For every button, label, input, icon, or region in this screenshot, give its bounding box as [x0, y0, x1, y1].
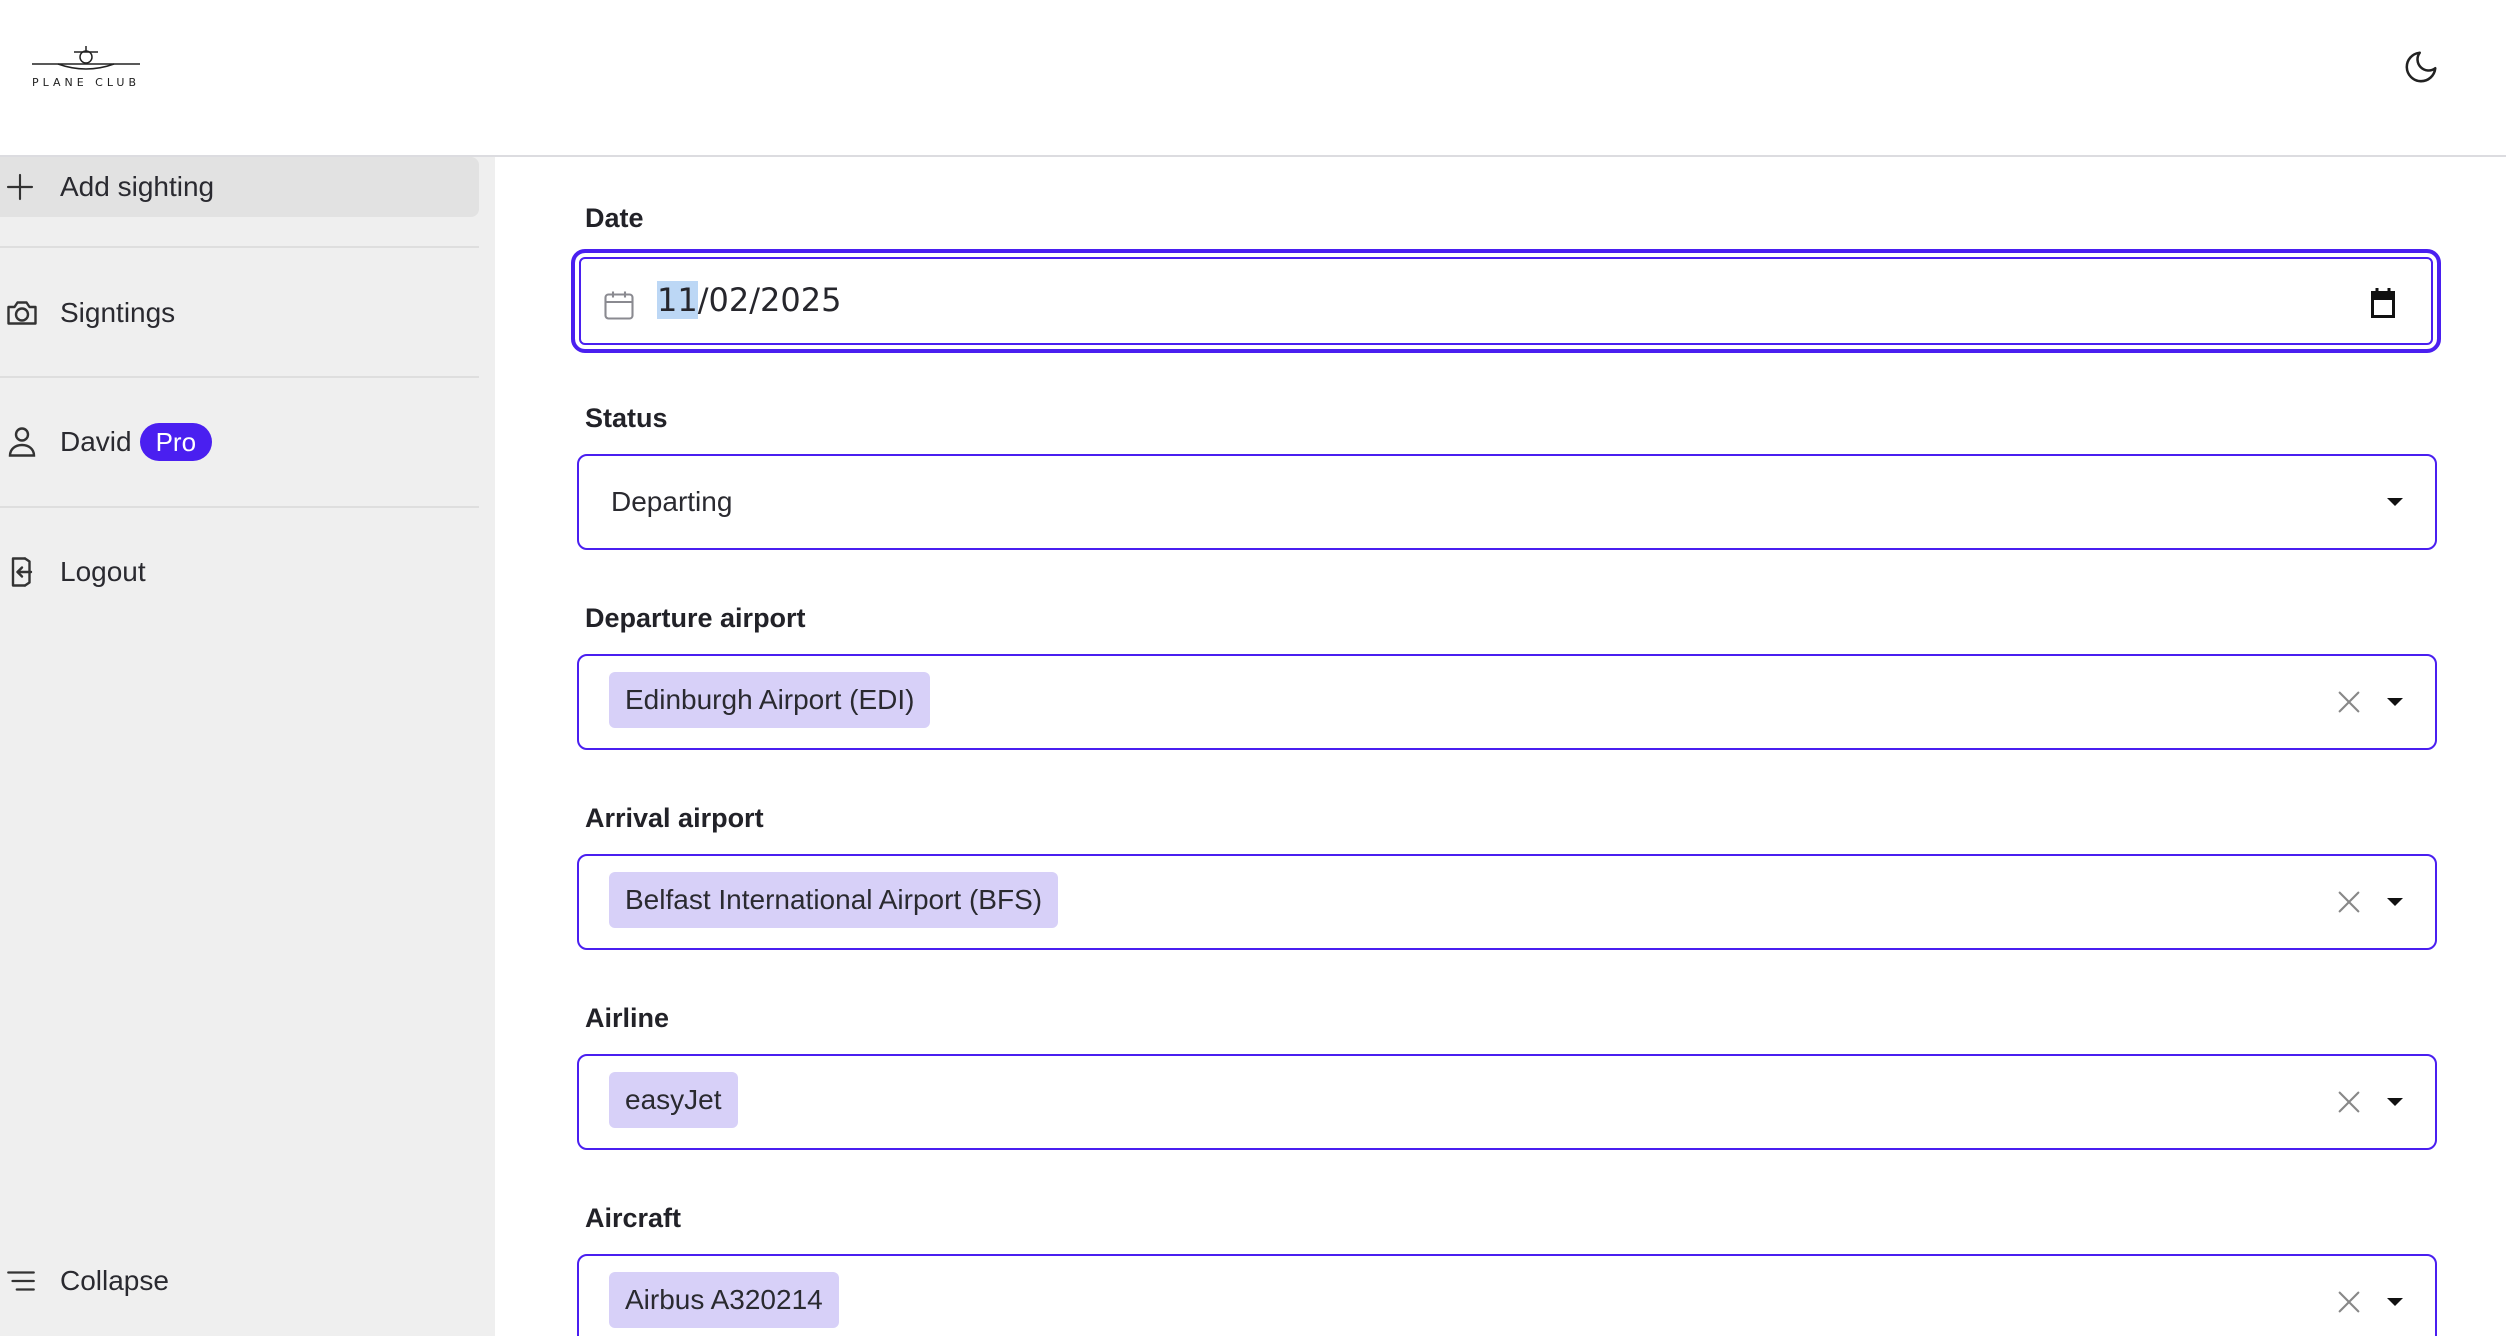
- plane-club-logo[interactable]: PLANE CLUB: [28, 44, 144, 96]
- sidebar-item-label: David: [60, 426, 132, 457]
- aircraft-select[interactable]: Airbus A320214: [577, 1254, 2437, 1336]
- airline-select[interactable]: easyJet: [577, 1054, 2437, 1150]
- date-label: Date: [585, 203, 644, 233]
- moon-icon[interactable]: [2402, 48, 2440, 86]
- close-icon[interactable]: [2333, 886, 2365, 918]
- departure-airport-label: Departure airport: [585, 603, 806, 633]
- sidebar-item-sightings[interactable]: Signtings: [0, 283, 479, 343]
- sidebar-item-logout[interactable]: Logout: [0, 542, 479, 602]
- chevron-down-icon[interactable]: [2387, 1098, 2403, 1106]
- date-value: 11/02/2025: [657, 281, 841, 319]
- airline-chip: easyJet: [609, 1072, 738, 1128]
- status-select[interactable]: Departing: [577, 454, 2437, 550]
- arrival-airport-label: Arrival airport: [585, 803, 764, 833]
- status-label: Status: [585, 403, 668, 433]
- divider: [0, 246, 479, 248]
- sidebar-item-profile[interactable]: David Pro: [0, 412, 479, 472]
- divider: [0, 376, 479, 378]
- sidebar-item-add-sighting[interactable]: Add sighting: [0, 157, 479, 217]
- logout-icon: [0, 548, 48, 596]
- pro-badge: Pro: [139, 423, 213, 461]
- close-icon[interactable]: [2333, 1086, 2365, 1118]
- user-icon: [0, 418, 48, 466]
- plane-logo-icon: [32, 46, 140, 70]
- airline-label: Airline: [585, 1003, 670, 1033]
- departure-airport-chip: Edinburgh Airport (EDI): [609, 672, 931, 728]
- top-header: PLANE CLUB: [0, 0, 2506, 157]
- add-sighting-form: Date 11/02/2025 Status Departing Departu…: [495, 157, 2506, 1336]
- sidebar-item-label: Add sighting: [60, 171, 215, 202]
- chevron-down-icon[interactable]: [2387, 698, 2403, 706]
- chevron-down-icon[interactable]: [2387, 1298, 2403, 1306]
- sidebar: Add sighting Signtings David Pro Logout: [0, 157, 495, 1336]
- camera-icon: [0, 289, 48, 337]
- logo-text: PLANE CLUB: [31, 76, 141, 89]
- close-icon[interactable]: [2333, 1286, 2365, 1318]
- arrival-airport-chip: Belfast International Airport (BFS): [609, 872, 1059, 928]
- chevron-down-icon[interactable]: [2387, 898, 2403, 906]
- sidebar-item-label: Logout: [60, 556, 146, 587]
- plus-icon: [0, 163, 48, 211]
- date-day-selection: 11: [657, 281, 698, 319]
- chevron-down-icon[interactable]: [2387, 498, 2403, 506]
- close-icon[interactable]: [2333, 686, 2365, 718]
- aircraft-chip: Airbus A320214: [609, 1272, 839, 1328]
- arrival-airport-select[interactable]: Belfast International Airport (BFS): [577, 854, 2437, 950]
- collapse-button[interactable]: Collapse: [0, 1251, 479, 1311]
- aircraft-label: Aircraft: [585, 1203, 682, 1233]
- divider: [0, 506, 479, 508]
- sidebar-item-label: Signtings: [60, 297, 176, 328]
- collapse-label: Collapse: [60, 1265, 169, 1296]
- calendar-icon: [601, 287, 637, 323]
- status-value: Departing: [611, 486, 733, 517]
- collapse-icon: [0, 1257, 48, 1305]
- date-input[interactable]: 11/02/2025: [571, 249, 2441, 353]
- date-rest: /02/2025: [697, 281, 842, 319]
- calendar-picker-icon[interactable]: [2365, 285, 2401, 321]
- departure-airport-select[interactable]: Edinburgh Airport (EDI): [577, 654, 2437, 750]
